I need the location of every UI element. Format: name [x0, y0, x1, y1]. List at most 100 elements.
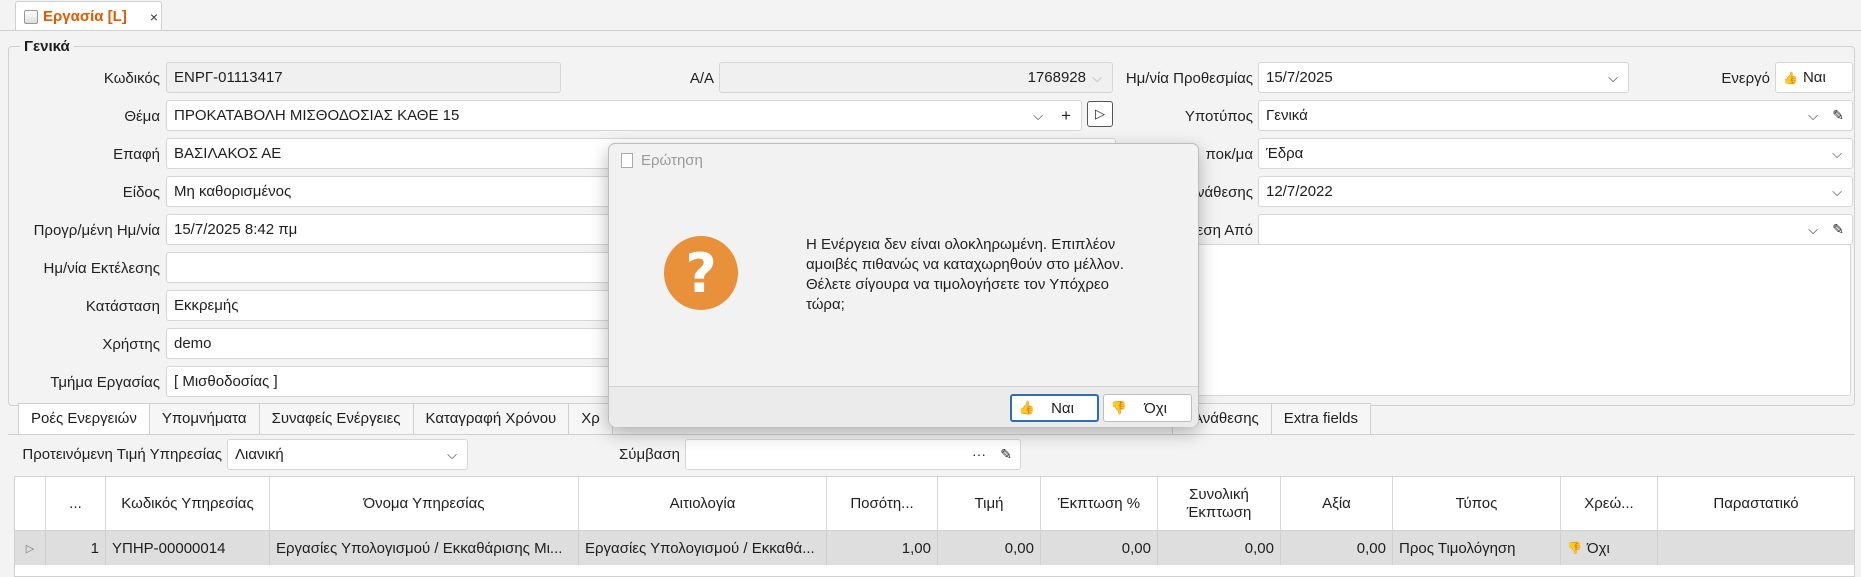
- plus-icon[interactable]: +: [1061, 101, 1071, 130]
- tab-related-actions[interactable]: Συναφείς Ενέργειες: [258, 403, 414, 435]
- question-icon: ?: [664, 236, 738, 310]
- kind-label: Είδος: [122, 184, 160, 201]
- pencil-icon[interactable]: ✎: [1832, 215, 1844, 244]
- tab-notes[interactable]: Υπομνήματα: [148, 403, 260, 435]
- document-icon: [24, 9, 38, 24]
- column-header[interactable]: Έκπτωση %: [1041, 477, 1158, 530]
- chevron-down-icon[interactable]: ⌵: [1608, 63, 1618, 92]
- contract-label: Σύμβαση: [618, 446, 680, 463]
- confirm-dialog: Ερώτηση ? Η Ενέργεια δεν είναι ολοκληρωμ…: [608, 143, 1199, 427]
- close-icon[interactable]: ×: [150, 9, 158, 25]
- assigned-from-field[interactable]: ⌵ ✎: [1258, 214, 1853, 245]
- price-value: Λιανική: [235, 446, 284, 463]
- pencil-icon[interactable]: ✎: [1832, 101, 1844, 130]
- user-label: Χρήστης: [102, 336, 160, 353]
- column-header[interactable]: Κωδικός Υπηρεσίας: [106, 477, 270, 530]
- tab-extra-fields[interactable]: Extra fields: [1270, 403, 1371, 435]
- service-code: ΥΠΗΡ-00000014: [106, 531, 270, 565]
- column-header[interactable]: Συνολική Έκπτωση: [1158, 477, 1281, 530]
- code-field[interactable]: ΕΝΡΓ-01113417: [166, 62, 561, 93]
- service-reason: Εργασίες Υπολογισμού / Εκκαθά...: [579, 531, 827, 565]
- tab-divider: [8, 434, 1855, 435]
- document-tab[interactable]: Εργασία [L] ×: [15, 1, 162, 31]
- subject-value: ΠΡΟΚΑΤΑΒΟΛΗ ΜΙΣΘΟΔΟΣΙΑΣ ΚΑΘΕ 15: [174, 107, 460, 124]
- service-type: Προς Τιμολόγηση: [1393, 531, 1561, 565]
- deadline-value: 15/7/2025: [1266, 69, 1333, 86]
- price-label: Προτεινόμενη Τιμή Υπηρεσίας: [22, 446, 222, 463]
- tab-divider: [0, 30, 1861, 31]
- subject-field[interactable]: ΠΡΟΚΑΤΑΒΟΛΗ ΜΙΣΘΟΔΟΣΙΑΣ ΚΑΘΕ 15 ⌵ +: [166, 100, 1082, 131]
- branch-value: Έδρα: [1266, 145, 1304, 162]
- service-discount-pct: 0,00: [1041, 531, 1158, 565]
- active-field[interactable]: 👍 Ναι: [1775, 62, 1853, 93]
- dialog-title: Ερώτηση: [641, 152, 703, 169]
- subtype-field[interactable]: Γενικά ⌵ ✎: [1258, 100, 1853, 131]
- table-row[interactable]: ▷ 1 ΥΠΗΡ-00000014 Εργασίες Υπολογισμού /…: [15, 531, 1854, 565]
- no-button[interactable]: 👎 Όχι: [1103, 394, 1192, 422]
- tabs-bar: Ροές Ενεργειών Υπομνήματα Συναφείς Ενέργ…: [18, 403, 613, 435]
- scheduled-label: Προγρ/μένη Ημ/νία: [33, 222, 160, 239]
- deadline-label: Ημ/νία Προθεσμίας: [1125, 70, 1253, 87]
- thumbs-up-icon: 👍: [1783, 71, 1798, 85]
- service-discount-total: 0,00: [1158, 531, 1281, 565]
- service-name: Εργασίες Υπολογισμού / Εκκαθάρισης Μι...: [270, 531, 579, 565]
- contact-label: Επαφή: [113, 146, 160, 163]
- status-label: Κατάσταση: [85, 298, 160, 315]
- yes-button[interactable]: 👍 Ναι: [1010, 394, 1099, 422]
- assign-date-field[interactable]: 12/7/2022 ⌵: [1258, 176, 1853, 207]
- document-icon: [621, 153, 633, 168]
- aa-label: Α/Α: [689, 70, 714, 87]
- service-price: 0,00: [938, 531, 1041, 565]
- thumbs-down-icon: 👎: [1567, 541, 1582, 555]
- pencil-icon[interactable]: ✎: [1000, 440, 1012, 469]
- tab-action-flows[interactable]: Ροές Ενεργειών: [18, 403, 150, 435]
- contract-field[interactable]: ··· ✎: [685, 439, 1021, 470]
- service-value: 0,00: [1281, 531, 1393, 565]
- column-header[interactable]: Αιτιολογία: [579, 477, 827, 530]
- subtype-label: Υποτύπος: [1184, 108, 1253, 125]
- chevron-down-icon[interactable]: ⌵: [1832, 139, 1842, 168]
- column-header[interactable]: Ποσότη...: [827, 477, 938, 530]
- more-icon[interactable]: ···: [972, 440, 986, 469]
- no-button-label: Όχι: [1144, 399, 1167, 417]
- notes-textarea[interactable]: [1195, 244, 1851, 396]
- service-qty: 1,00: [827, 531, 938, 565]
- chevron-down-icon[interactable]: ⌵: [1832, 177, 1842, 206]
- column-header[interactable]: Χρεώ...: [1561, 477, 1658, 530]
- expand-row-icon[interactable]: ▷: [15, 531, 46, 565]
- column-header[interactable]: Παραστατικό: [1658, 477, 1854, 530]
- active-value: Ναι: [1802, 69, 1826, 86]
- chevron-down-icon[interactable]: ⌵: [1808, 101, 1818, 130]
- row-index: 1: [46, 531, 106, 565]
- chevron-down-icon[interactable]: ⌵: [1808, 215, 1818, 244]
- price-field[interactable]: Λιανική ⌵: [227, 439, 468, 470]
- thumbs-down-icon: 👎: [1110, 400, 1128, 415]
- dept-label: Τμήμα Εργασίας: [50, 374, 160, 391]
- service-doc: [1658, 531, 1854, 565]
- column-header[interactable]: ...: [46, 477, 106, 530]
- dialog-titlebar: Ερώτηση: [621, 152, 703, 169]
- tab-charges[interactable]: Χρ: [568, 403, 613, 435]
- column-header[interactable]: Όνομα Υπηρεσίας: [270, 477, 579, 530]
- chevron-down-icon[interactable]: ⌵: [1033, 101, 1043, 130]
- tab-time-log[interactable]: Καταγραφή Χρόνου: [412, 403, 570, 435]
- grid-header: ... Κωδικός Υπηρεσίας Όνομα Υπηρεσίας Αι…: [15, 477, 1854, 531]
- column-header[interactable]: Αξία: [1281, 477, 1393, 530]
- tabs-bar-right: Ανάθεσης Extra fields: [1172, 403, 1371, 435]
- service-charge: 👎 Όχι: [1561, 531, 1658, 565]
- service-charge-value: Όχι: [1586, 539, 1610, 557]
- column-header-expand: [15, 477, 46, 530]
- branch-field[interactable]: Έδρα ⌵: [1258, 138, 1853, 169]
- chevron-down-icon[interactable]: ⌵: [447, 440, 457, 469]
- aa-field[interactable]: 1768928 ⌵: [719, 62, 1113, 93]
- document-tab-title: Εργασία [L]: [43, 8, 127, 25]
- aa-value: 1768928: [1027, 69, 1086, 86]
- subtype-value: Γενικά: [1266, 107, 1308, 124]
- active-label: Ενεργό: [1721, 70, 1770, 87]
- dialog-message: Η Ενέργεια δεν είναι ολοκληρωμένη. Επιπλ…: [806, 236, 1124, 313]
- subject-label: Θέμα: [124, 108, 160, 125]
- thumbs-up-icon: 👍: [1018, 400, 1036, 415]
- column-header[interactable]: Τιμή: [938, 477, 1041, 530]
- deadline-field[interactable]: 15/7/2025 ⌵: [1258, 62, 1629, 93]
- column-header[interactable]: Τύπος: [1393, 477, 1561, 530]
